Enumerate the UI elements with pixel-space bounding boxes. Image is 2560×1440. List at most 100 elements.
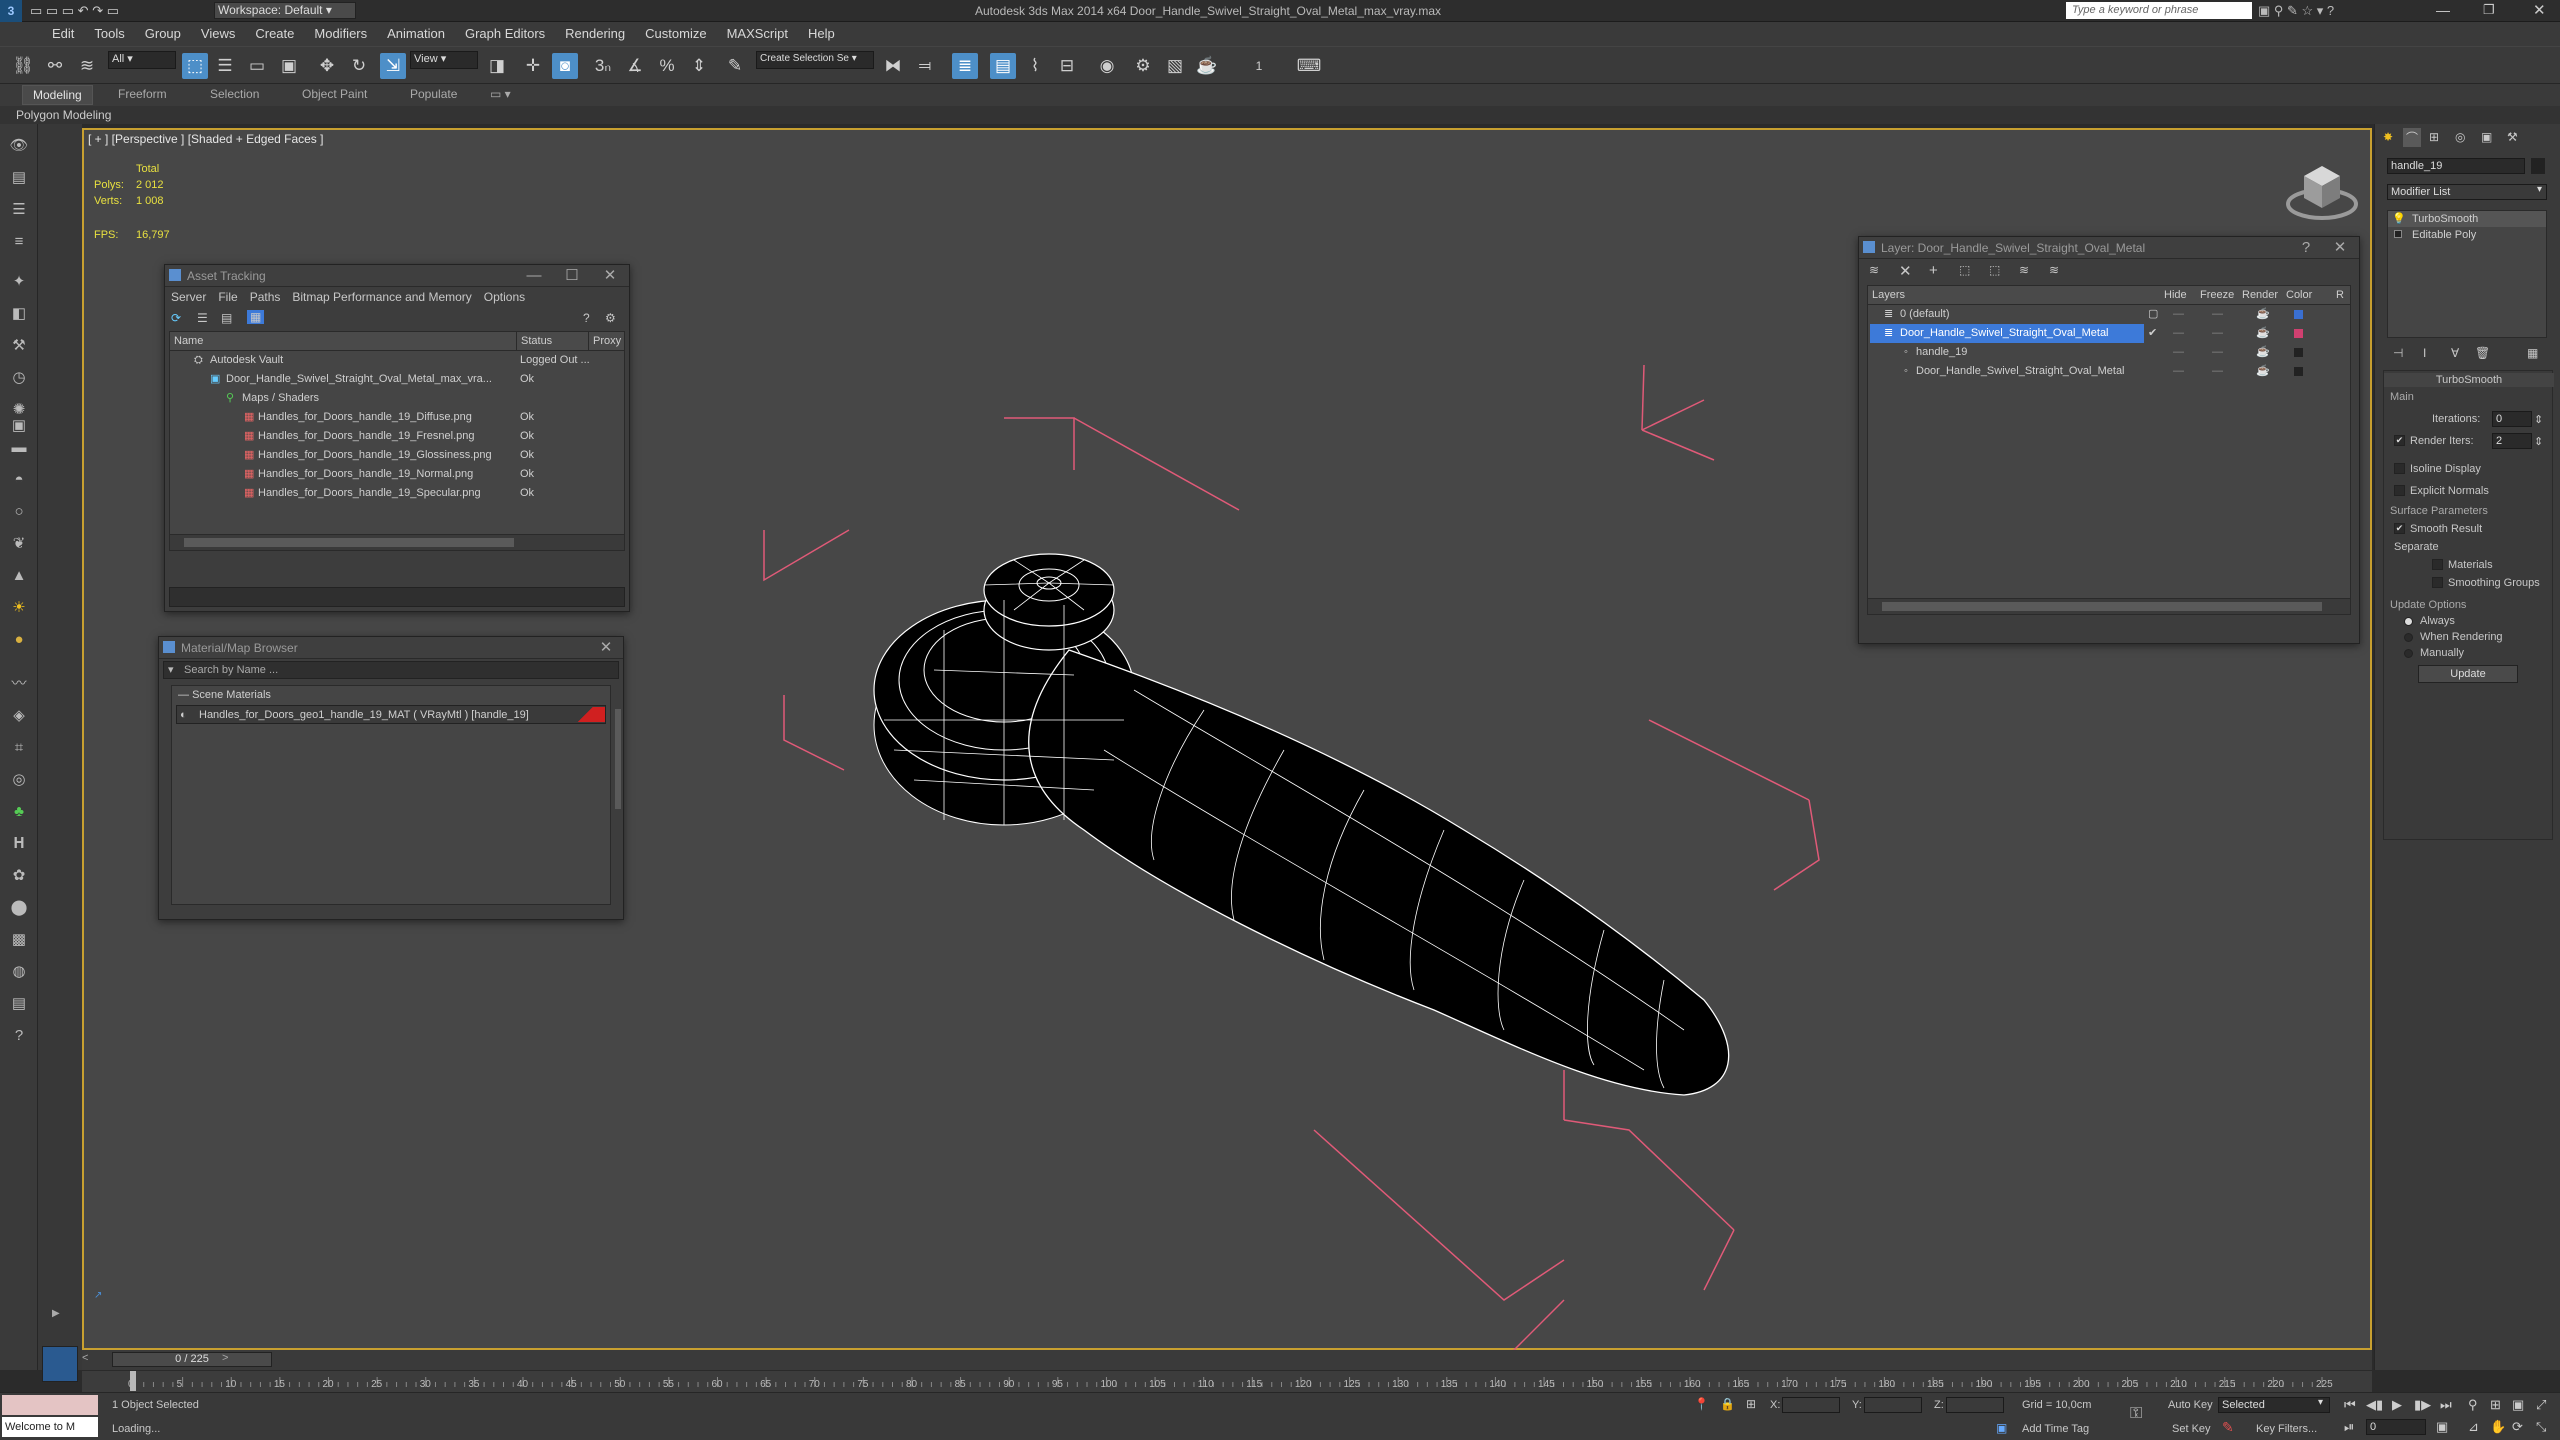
viewport-thumbnail[interactable] <box>42 1346 78 1382</box>
object-name-field[interactable]: handle_19 <box>2387 158 2525 174</box>
spinner-snap-icon[interactable]: ⇕ <box>686 53 712 79</box>
named-selection-dropdown[interactable]: Create Selection Se ▾ <box>756 51 874 69</box>
y-coordinate-field[interactable] <box>1864 1397 1922 1413</box>
render-teapot-icon[interactable]: ☕ <box>2256 324 2270 343</box>
render-iters-spin-icon[interactable]: ⇕ <box>2534 435 2543 448</box>
select-manipulate-icon[interactable]: ✛ <box>520 53 546 79</box>
unlink-icon[interactable]: ⚯ <box>42 53 68 79</box>
settings-icon[interactable]: ✿ <box>7 864 31 888</box>
pivot-center-icon[interactable]: ◨ <box>484 53 510 79</box>
active-check-icon[interactable]: ✔ <box>2148 324 2157 343</box>
smooth-result-checkbox[interactable]: ✔ <box>2394 523 2405 534</box>
col-color[interactable]: Color <box>2286 286 2312 305</box>
tab-freeform[interactable]: Freeform <box>118 87 167 101</box>
active-layer-icon[interactable]: ▢ <box>2148 305 2158 324</box>
asset-help-icon[interactable]: ? <box>583 311 590 325</box>
key-icon[interactable]: ⚿ <box>2130 1405 2142 1423</box>
menu-animation[interactable]: Animation <box>377 22 455 45</box>
iterations-spinner[interactable]: 0 <box>2492 411 2532 427</box>
scene-materials-group[interactable]: — Scene Materials <box>172 686 610 705</box>
x-coordinate-field[interactable] <box>1782 1397 1840 1413</box>
keyboard-shortcut-override-icon[interactable]: ◙ <box>552 53 578 79</box>
polygon-modeling-panel[interactable]: Polygon Modeling <box>16 108 111 122</box>
expand-arrow-icon[interactable]: ▶ <box>52 1308 60 1319</box>
grid-view-icon[interactable]: ▦ <box>247 310 265 324</box>
manually-radio[interactable] <box>2404 649 2413 658</box>
table-view-icon[interactable]: ▤ <box>221 311 232 325</box>
material-search-input[interactable]: ▾ Search by Name ... <box>163 661 619 679</box>
menu-modifiers[interactable]: Modifiers <box>304 22 377 45</box>
asset-menu-options[interactable]: Options <box>478 287 531 307</box>
material-editor-icon[interactable]: ◉ <box>1094 53 1120 79</box>
rollout-title[interactable]: TurboSmooth <box>2384 373 2554 387</box>
menu-customize[interactable]: Customize <box>635 22 716 45</box>
gamepad-icon[interactable]: ⌨ <box>1296 53 1322 79</box>
configure-sets-icon[interactable]: ▦ <box>2527 346 2538 360</box>
vray-icon[interactable]: ▩ <box>7 928 31 952</box>
select-object-icon[interactable]: ⬚ <box>182 53 208 79</box>
slider-prev-icon[interactable]: < <box>82 1352 88 1364</box>
hierarchy-tab-icon[interactable]: ⊞ <box>2429 130 2439 144</box>
list-view-icon[interactable]: ☰ <box>197 311 208 325</box>
layer-row[interactable]: ◦ handle_19— — ☕ <box>1868 343 2350 362</box>
material-scrollbar[interactable] <box>615 709 621 809</box>
tab-populate[interactable]: Populate <box>410 87 457 101</box>
shapes-icon[interactable]: ◈ <box>7 704 31 728</box>
layer-close-button[interactable]: ✕ <box>2321 237 2359 259</box>
when-rendering-radio[interactable] <box>2404 633 2413 642</box>
layer-row[interactable]: ≣ Door_Handle_Swivel_Straight_Oval_Metal ✔… <box>1868 324 2350 343</box>
asset-menu-paths[interactable]: Paths <box>244 287 287 307</box>
layer-color-swatch[interactable] <box>2294 367 2303 376</box>
asset-minimize-button[interactable]: — <box>515 265 553 287</box>
render-production-icon[interactable]: ☕ <box>1194 53 1220 79</box>
go-to-start-icon[interactable]: ⏮ <box>2344 1397 2356 1413</box>
smoothing-groups-checkbox[interactable] <box>2432 577 2443 588</box>
select-by-name-icon[interactable]: ☰ <box>212 53 238 79</box>
layers-icon[interactable]: ≋ <box>1869 263 1879 277</box>
asset-row[interactable]: ▦ Handles_for_Doors_handle_19_Diffuse.png… <box>170 408 624 427</box>
material-item[interactable]: ◐ Handles_for_Doors_geo1_handle_19_MAT (… <box>176 705 606 724</box>
asset-menu-server[interactable]: Server <box>165 287 212 307</box>
create-icon[interactable]: ▤ <box>7 166 31 190</box>
reference-coordinate-dropdown[interactable]: View ▾ <box>410 51 478 69</box>
iterations-spin-icon[interactable]: ⇕ <box>2534 413 2543 426</box>
asset-row[interactable]: ▦ Handles_for_Doors_handle_19_Normal.png O… <box>170 465 624 484</box>
orbit-icon[interactable]: ⟳ <box>2512 1419 2523 1435</box>
restore-button[interactable]: ❐ <box>2483 2 2495 18</box>
asset-settings-icon[interactable]: ⚙ <box>605 311 616 325</box>
layer-help-button[interactable]: ? <box>2287 237 2325 259</box>
sun-icon[interactable]: ☀ <box>7 596 31 620</box>
welcome-field[interactable]: Welcome to M <box>2 1417 98 1437</box>
refresh-icon[interactable]: ⟳ <box>171 311 181 325</box>
rendered-frame-window-icon[interactable]: ▧ <box>1162 53 1188 79</box>
edit-named-selection-icon[interactable]: ✎ <box>722 53 748 79</box>
bulb-icon[interactable]: 💡 <box>2392 211 2406 227</box>
tab-modeling[interactable]: Modeling <box>22 85 93 105</box>
pan-icon[interactable]: ✋ <box>2490 1419 2506 1435</box>
render-setup-icon[interactable]: ⚙ <box>1130 53 1156 79</box>
script-icon[interactable]: ▤ <box>7 992 31 1016</box>
set-key-button[interactable]: Set Key <box>2172 1423 2211 1435</box>
close-button[interactable]: ✕ <box>2533 1 2546 19</box>
menu-help[interactable]: Help <box>798 22 845 45</box>
time-icon[interactable]: ◷ <box>7 366 31 390</box>
delete-layer-icon[interactable]: ✕ <box>1899 262 1912 280</box>
set-key-icon[interactable]: ✎ <box>2222 1419 2234 1436</box>
remove-modifier-icon[interactable]: 🗑 <box>2475 346 2490 360</box>
col-r[interactable]: R <box>2336 286 2344 305</box>
zoom-all-icon[interactable]: ⊞ <box>2490 1397 2501 1413</box>
align-icon[interactable]: ⫤ <box>912 53 938 79</box>
minimize-button[interactable]: — <box>2436 2 2450 18</box>
isolate-icon[interactable]: 📍 <box>1694 1397 1709 1411</box>
menu-edit[interactable]: Edit <box>42 22 84 45</box>
select-in-layer-icon[interactable]: ⬚ <box>1959 263 1970 277</box>
layer-color-swatch[interactable] <box>2294 310 2303 319</box>
auto-key-button[interactable]: Auto Key <box>2168 1399 2213 1411</box>
add-layer-icon[interactable]: + <box>1929 262 1938 279</box>
asset-row[interactable]: ⚲ Maps / Shaders <box>170 389 624 408</box>
tab-object-paint[interactable]: Object Paint <box>302 87 367 101</box>
dome-icon[interactable]: ◓ <box>7 468 31 492</box>
lock-selection-icon[interactable]: 🔒 <box>1720 1397 1735 1411</box>
stack-item-turbosmooth[interactable]: 💡 TurboSmooth <box>2388 211 2546 227</box>
hide-all-icon[interactable]: ≋ <box>2019 263 2029 277</box>
